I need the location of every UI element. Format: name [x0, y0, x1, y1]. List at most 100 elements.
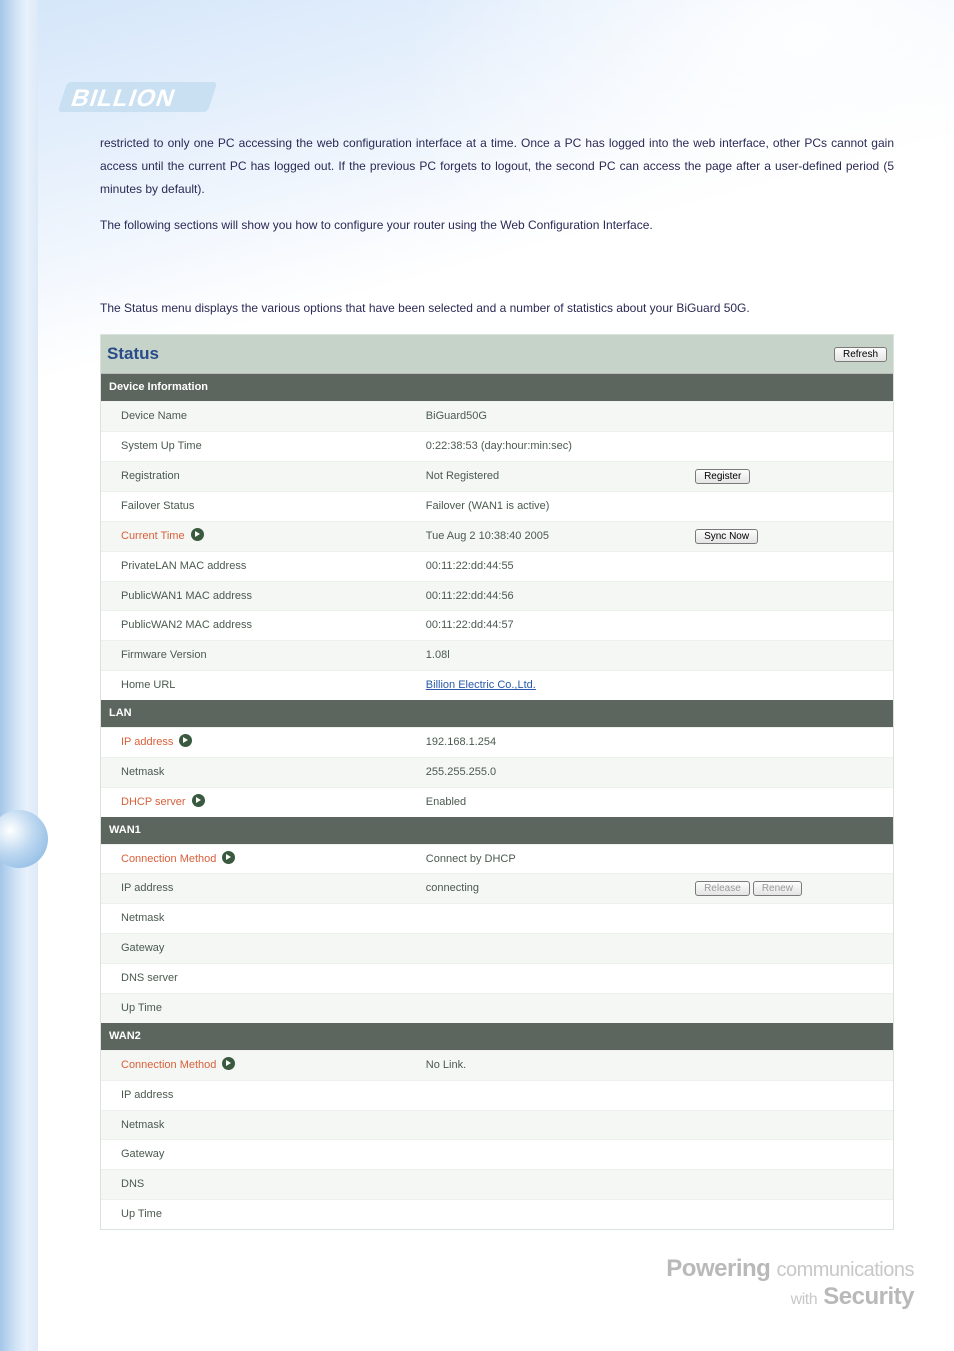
label-home-url: Home URL: [101, 671, 418, 700]
value-wan2-conn: No Link.: [418, 1051, 687, 1080]
label-wan1-netmask: Netmask: [101, 904, 418, 933]
row-system-uptime: System Up Time 0:22:38:53 (day:hour:min:…: [101, 431, 893, 461]
label-wan2-dns: DNS: [101, 1170, 418, 1199]
row-lan-netmask: Netmask 255.255.255.0: [101, 757, 893, 787]
row-wan2-uptime: Up Time: [101, 1199, 893, 1229]
value-wan1-ip: connecting: [418, 874, 687, 903]
value-wan1-netmask: [418, 915, 687, 923]
value-registration: Not Registered: [418, 462, 687, 491]
value-wan1-uptime: [418, 1004, 687, 1012]
status-table: Status Refresh Device Information Device…: [100, 334, 894, 1230]
row-wan1-uptime: Up Time: [101, 993, 893, 1023]
footer-word1: Powering: [666, 1255, 770, 1282]
value-wan2-mac: 00:11:22:dd:44:57: [418, 611, 687, 640]
label-wan2-gateway: Gateway: [101, 1140, 418, 1169]
row-failover: Failover Status Failover (WAN1 is active…: [101, 491, 893, 521]
value-wan1-conn: Connect by DHCP: [418, 845, 687, 874]
intro-paragraph-2: The following sections will show you how…: [100, 214, 894, 237]
arrow-icon: [192, 794, 205, 807]
label-wan2-mac: PublicWAN2 MAC address: [101, 611, 418, 640]
label-wan1-uptime: Up Time: [101, 994, 418, 1023]
label-lan-dhcp[interactable]: DHCP server: [101, 788, 418, 817]
row-lan-dhcp: DHCP server Enabled: [101, 787, 893, 817]
svg-text:BILLION: BILLION: [68, 86, 179, 112]
refresh-button[interactable]: Refresh: [834, 347, 887, 362]
label-wan1-mac: PublicWAN1 MAC address: [101, 582, 418, 611]
arrow-icon: [191, 528, 204, 541]
sync-now-button[interactable]: Sync Now: [695, 529, 758, 544]
label-plan-mac: PrivateLAN MAC address: [101, 552, 418, 581]
value-wan2-netmask: [418, 1121, 687, 1129]
value-plan-mac: 00:11:22:dd:44:55: [418, 552, 687, 581]
label-device-name: Device Name: [101, 402, 418, 431]
row-home-url: Home URL Billion Electric Co.,Ltd.: [101, 670, 893, 700]
label-wan2-conn[interactable]: Connection Method: [101, 1051, 418, 1080]
row-wan2-gateway: Gateway: [101, 1139, 893, 1169]
footer-word3: with: [791, 1291, 817, 1308]
label-wan2-netmask: Netmask: [101, 1111, 418, 1140]
label-system-uptime: System Up Time: [101, 432, 418, 461]
label-wan2-ip: IP address: [101, 1081, 418, 1110]
value-current-time: Tue Aug 2 10:38:40 2005: [418, 522, 687, 551]
footer-word2: communications: [776, 1259, 914, 1281]
row-lan-ip: IP address 192.168.1.254: [101, 727, 893, 757]
release-button[interactable]: Release: [695, 881, 750, 896]
label-current-time[interactable]: Current Time: [101, 522, 418, 551]
label-wan1-conn[interactable]: Connection Method: [101, 845, 418, 874]
side-cylinder-graphic: [0, 0, 38, 1351]
value-failover: Failover (WAN1 is active): [418, 492, 687, 521]
section-device-info: Device Information: [101, 374, 893, 401]
intro-paragraph-3: The Status menu displays the various opt…: [100, 297, 894, 320]
label-firmware: Firmware Version: [101, 641, 418, 670]
section-wan2: WAN2: [101, 1023, 893, 1050]
value-lan-netmask: 255.255.255.0: [418, 758, 687, 787]
main-content: restricted to only one PC accessing the …: [100, 132, 894, 1230]
row-plan-mac: PrivateLAN MAC address 00:11:22:dd:44:55: [101, 551, 893, 581]
renew-button[interactable]: Renew: [753, 881, 802, 896]
intro-paragraph-1: restricted to only one PC accessing the …: [100, 132, 894, 200]
value-lan-dhcp: Enabled: [418, 788, 687, 817]
label-wan1-gateway: Gateway: [101, 934, 418, 963]
section-wan1: WAN1: [101, 817, 893, 844]
label-lan-ip[interactable]: IP address: [101, 728, 418, 757]
arrow-icon: [222, 851, 235, 864]
row-current-time: Current Time Tue Aug 2 10:38:40 2005 Syn…: [101, 521, 893, 551]
label-lan-netmask: Netmask: [101, 758, 418, 787]
value-wan1-mac: 00:11:22:dd:44:56: [418, 582, 687, 611]
footer-word4: Security: [823, 1283, 914, 1310]
row-firmware: Firmware Version 1.08l: [101, 640, 893, 670]
row-device-name: Device Name BiGuard50G: [101, 401, 893, 431]
home-url-link[interactable]: Billion Electric Co.,Ltd.: [426, 679, 536, 691]
value-system-uptime: 0:22:38:53 (day:hour:min:sec): [418, 432, 687, 461]
value-wan2-gateway: [418, 1151, 687, 1159]
value-wan2-ip: [418, 1091, 687, 1099]
status-title: Status: [107, 338, 159, 370]
row-wan1-gateway: Gateway: [101, 933, 893, 963]
row-wan2-conn: Connection Method No Link.: [101, 1050, 893, 1080]
value-wan2-uptime: [418, 1211, 687, 1219]
row-wan1-ip: IP address connecting Release Renew: [101, 873, 893, 903]
value-wan2-dns: [418, 1181, 687, 1189]
value-wan1-dns: [418, 975, 687, 983]
billion-logo: BILLION: [50, 80, 220, 120]
side-sphere-graphic: [0, 810, 48, 868]
row-wan2-mac: PublicWAN2 MAC address 00:11:22:dd:44:57: [101, 610, 893, 640]
row-wan1-mac: PublicWAN1 MAC address 00:11:22:dd:44:56: [101, 581, 893, 611]
row-wan2-ip: IP address: [101, 1080, 893, 1110]
label-wan1-ip: IP address: [101, 874, 418, 903]
row-wan1-conn: Connection Method Connect by DHCP: [101, 844, 893, 874]
arrow-icon: [179, 734, 192, 747]
label-registration: Registration: [101, 462, 418, 491]
label-failover: Failover Status: [101, 492, 418, 521]
value-lan-ip: 192.168.1.254: [418, 728, 687, 757]
footer-brand: Powering communications with Security: [666, 1255, 914, 1311]
register-button[interactable]: Register: [695, 469, 750, 484]
label-wan1-dns: DNS server: [101, 964, 418, 993]
status-header: Status Refresh: [101, 335, 893, 374]
label-wan2-uptime: Up Time: [101, 1200, 418, 1229]
row-wan1-dns: DNS server: [101, 963, 893, 993]
value-firmware: 1.08l: [418, 641, 687, 670]
row-wan2-dns: DNS: [101, 1169, 893, 1199]
arrow-icon: [222, 1057, 235, 1070]
value-device-name: BiGuard50G: [418, 402, 687, 431]
